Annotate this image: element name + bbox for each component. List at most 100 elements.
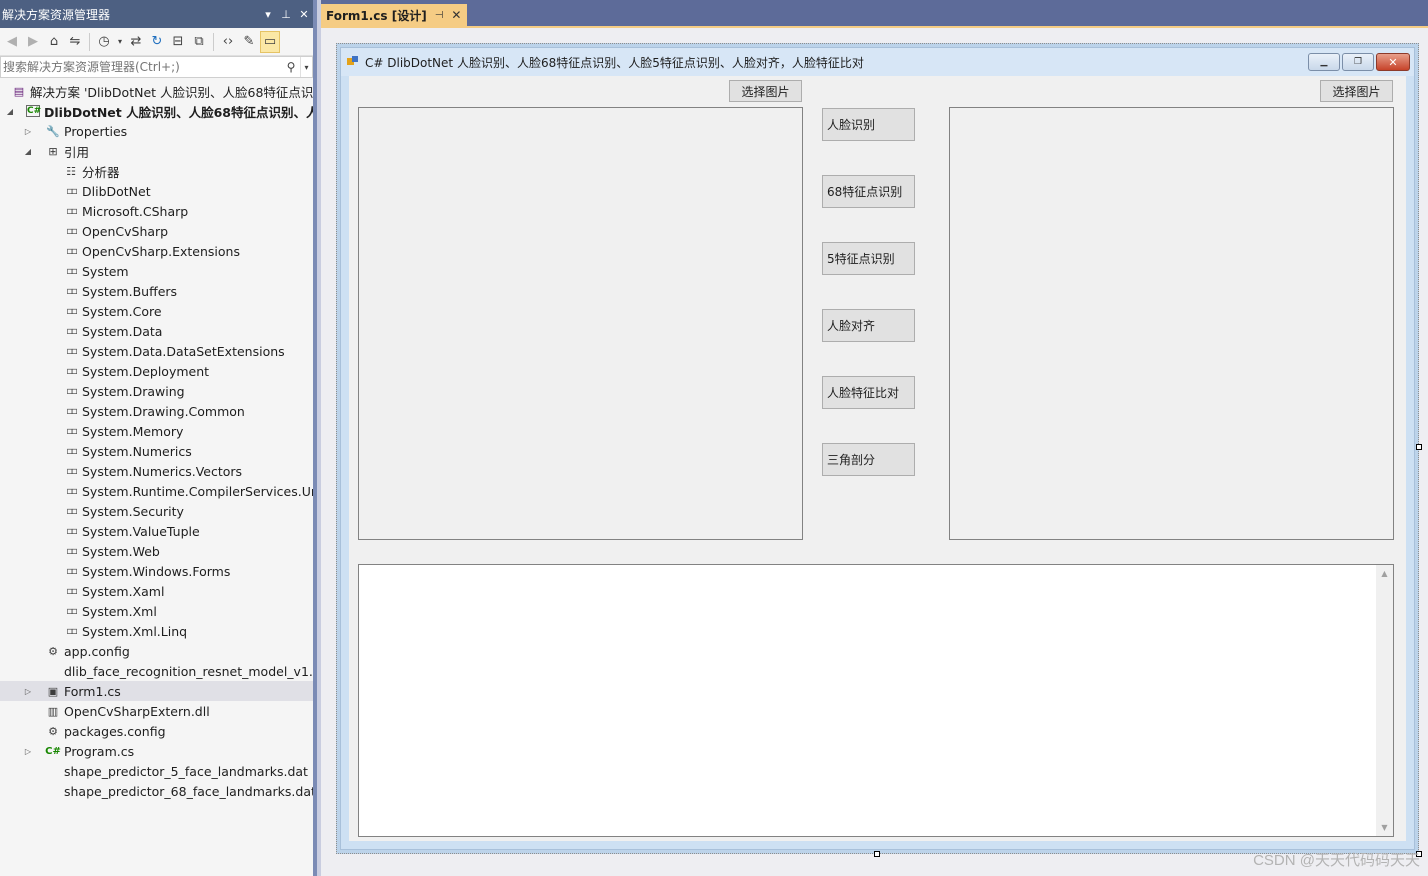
- tree-node[interactable]: ▫▫ System: [0, 261, 313, 281]
- tree-node[interactable]: ▫▫ OpenCvSharp: [0, 221, 313, 241]
- csharp-project-icon: C#: [26, 105, 42, 117]
- solution-tree: ▤ 解决方案 'DlibDotNet 人脸识别、人脸68特征点识别 ◢ C# DlibD…: [0, 81, 313, 801]
- config-icon: ⚙: [48, 644, 58, 658]
- tree-node[interactable]: ▫▫ System.Drawing.Common: [0, 401, 313, 421]
- home-icon[interactable]: ⌂: [44, 31, 64, 53]
- sync-with-active-document-icon[interactable]: ⇄: [126, 31, 146, 53]
- tree-node[interactable]: ▫▫ System.Xaml: [0, 581, 313, 601]
- tree-node[interactable]: ▫▫ System.Web: [0, 541, 313, 561]
- tree-node-label: DlibDotNet 人脸识别、人脸68特征点识别、人脸5: [44, 104, 313, 120]
- reference-icon: ▫▫: [66, 345, 78, 357]
- tree-node-label: System: [82, 263, 129, 279]
- landmarks-5-button[interactable]: 5特征点识别: [822, 242, 915, 275]
- tree-node[interactable]: ⚙ packages.config: [0, 721, 313, 741]
- tree-node[interactable]: ▤ 解决方案 'DlibDotNet 人脸识别、人脸68特征点识别: [0, 81, 313, 101]
- preview-selected-items-icon[interactable]: ▭: [260, 30, 280, 53]
- triangulation-button[interactable]: 三角剖分: [822, 443, 915, 476]
- tree-node[interactable]: ▫▫ OpenCvSharp.Extensions: [0, 241, 313, 261]
- scroll-up-icon[interactable]: ▲: [1376, 565, 1393, 582]
- document-tab-strip: [321, 0, 1428, 26]
- resize-handle-right[interactable]: [1416, 444, 1422, 450]
- tree-node[interactable]: ▫▫ System.Data: [0, 321, 313, 341]
- tree-node[interactable]: ▫▫ System.ValueTuple: [0, 521, 313, 541]
- search-options-dropdown-icon[interactable]: ▾: [300, 57, 312, 77]
- search-icon[interactable]: ⚲: [282, 60, 300, 74]
- reference-icon: ▫▫: [66, 465, 78, 477]
- tree-node[interactable]: ▫▫ DlibDotNet: [0, 181, 313, 201]
- tree-node[interactable]: ◢ C# DlibDotNet 人脸识别、人脸68特征点识别、人脸5: [0, 101, 313, 121]
- output-textbox[interactable]: ▲ ▼: [358, 564, 1394, 837]
- expanded-arrow-icon[interactable]: ◢: [22, 147, 34, 156]
- tree-node[interactable]: ▷ 🔧 Properties: [0, 121, 313, 141]
- designed-form[interactable]: C# DlibDotNet 人脸识别、人脸68特征点识别、人脸5特征点识别、人脸…: [336, 43, 1419, 854]
- face-align-button[interactable]: 人脸对齐: [822, 309, 915, 342]
- tree-node[interactable]: ▫▫ System.Runtime.CompilerServices.Unsaf: [0, 481, 313, 501]
- expanded-arrow-icon[interactable]: ◢: [4, 107, 16, 116]
- restore-icon[interactable]: ❐: [1342, 53, 1374, 71]
- solution-search-input[interactable]: [1, 60, 282, 74]
- reference-icon: ▫▫: [66, 285, 78, 297]
- tree-node[interactable]: ▫▫ System.Numerics: [0, 441, 313, 461]
- collapse-all-icon[interactable]: ⊟: [168, 31, 188, 53]
- switch-views-icon[interactable]: ⇋: [65, 31, 85, 53]
- tree-node[interactable]: ▫▫ System.Deployment: [0, 361, 313, 381]
- tree-node[interactable]: ▫▫ System.Security: [0, 501, 313, 521]
- output-scrollbar[interactable]: ▲ ▼: [1376, 565, 1393, 836]
- tree-node[interactable]: ▫▫ System.Memory: [0, 421, 313, 441]
- tree-node-label: OpenCvSharpExtern.dll: [64, 703, 210, 719]
- tree-node[interactable]: ▫▫ System.Drawing: [0, 381, 313, 401]
- tree-node[interactable]: dlib_face_recognition_resnet_model_v1.da…: [0, 661, 313, 681]
- window-position-dropdown-icon[interactable]: ▾: [259, 8, 277, 21]
- tree-node[interactable]: ▫▫ System.Core: [0, 301, 313, 321]
- reference-icon: ▫▫: [66, 245, 78, 257]
- tab-close-icon[interactable]: ✕: [451, 8, 461, 22]
- collapsed-arrow-icon[interactable]: ▷: [22, 747, 34, 756]
- scroll-down-icon[interactable]: ▼: [1376, 819, 1393, 836]
- filter-dropdown-icon[interactable]: ▾: [115, 31, 125, 53]
- tree-node[interactable]: ▷ C# Program.cs: [0, 741, 313, 761]
- tree-node[interactable]: ▥ OpenCvSharpExtern.dll: [0, 701, 313, 721]
- show-all-files-icon[interactable]: ⧉: [189, 31, 209, 53]
- collapsed-arrow-icon[interactable]: ▷: [22, 127, 34, 136]
- tree-node[interactable]: shape_predictor_68_face_landmarks.dat: [0, 781, 313, 801]
- back-icon[interactable]: ◀: [2, 31, 22, 53]
- tree-node[interactable]: ▫▫ System.Numerics.Vectors: [0, 461, 313, 481]
- reference-icon: ▫▫: [66, 365, 78, 377]
- tab-form1-designer[interactable]: Form1.cs [设计] ⊣ ✕: [321, 4, 468, 26]
- reference-icon: ▫▫: [66, 505, 78, 517]
- tree-node[interactable]: shape_predictor_5_face_landmarks.dat: [0, 761, 313, 781]
- collapsed-arrow-icon[interactable]: ▷: [22, 687, 34, 696]
- auto-hide-pin-icon[interactable]: ⊥: [277, 8, 295, 21]
- select-image-right-button[interactable]: 选择图片: [1320, 80, 1393, 102]
- tree-node[interactable]: ⚙ app.config: [0, 641, 313, 661]
- solution-search-box[interactable]: ⚲ ▾: [0, 56, 313, 78]
- tree-node[interactable]: ▫▫ System.Data.DataSetExtensions: [0, 341, 313, 361]
- tree-node[interactable]: ▫▫ Microsoft.CSharp: [0, 201, 313, 221]
- reference-icon: ▫▫: [66, 625, 78, 637]
- forward-icon[interactable]: ▶: [23, 31, 43, 53]
- view-code-icon[interactable]: ‹›: [218, 31, 238, 53]
- face-detect-button[interactable]: 人脸识别: [822, 108, 915, 141]
- minimize-icon[interactable]: ▁: [1308, 53, 1340, 71]
- refresh-icon[interactable]: ↻: [147, 31, 167, 53]
- tree-node[interactable]: ◢ ⊞ 引用: [0, 141, 313, 161]
- tree-node[interactable]: ▫▫ System.Xml: [0, 601, 313, 621]
- left-picture-box: [358, 107, 803, 540]
- pending-changes-filter-icon[interactable]: ◷: [94, 31, 114, 53]
- face-compare-button[interactable]: 人脸特征比对: [822, 376, 915, 409]
- select-image-left-button[interactable]: 选择图片: [729, 80, 802, 102]
- tree-node[interactable]: ▫▫ System.Windows.Forms: [0, 561, 313, 581]
- resize-handle-bottom[interactable]: [874, 851, 880, 857]
- close-icon[interactable]: ✕: [1376, 53, 1410, 71]
- tab-pin-icon[interactable]: ⊣: [435, 10, 444, 21]
- tree-node[interactable]: ▫▫ System.Buffers: [0, 281, 313, 301]
- tree-node-label: dlib_face_recognition_resnet_model_v1.da…: [64, 663, 313, 679]
- tree-node[interactable]: ▷ ▣ Form1.cs: [0, 681, 313, 701]
- tree-node[interactable]: ▫▫ System.Xml.Linq: [0, 621, 313, 641]
- close-panel-icon[interactable]: ✕: [295, 8, 313, 21]
- tree-node[interactable]: ☷ 分析器: [0, 161, 313, 181]
- landmarks-68-button[interactable]: 68特征点识别: [822, 175, 915, 208]
- properties-wrench-icon[interactable]: ✎: [239, 31, 259, 53]
- reference-icon: ▫▫: [66, 445, 78, 457]
- references-icon: ⊞: [48, 144, 58, 158]
